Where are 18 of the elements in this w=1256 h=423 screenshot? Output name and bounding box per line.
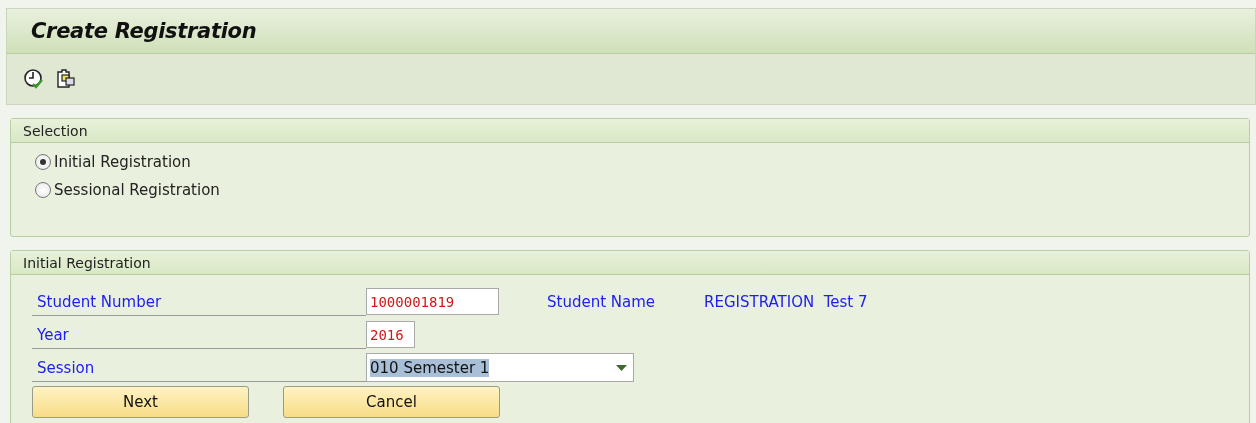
- field-label: Session: [32, 353, 366, 382]
- radio-option[interactable]: Initial Registration: [35, 153, 1249, 171]
- field-label: Student Name: [547, 292, 657, 311]
- year-field[interactable]: 2016: [366, 321, 415, 348]
- window-title: Create Registration: [31, 19, 257, 43]
- field-label: Year: [32, 320, 366, 349]
- group-title: Initial Registration: [23, 254, 151, 271]
- copy-icon[interactable]: [55, 68, 77, 90]
- dropdown-arrow-icon: [616, 364, 627, 371]
- action-button[interactable]: Next: [32, 386, 249, 418]
- session-dropdown[interactable]: 010 Semester 1: [366, 353, 634, 382]
- action-button[interactable]: Cancel: [283, 386, 500, 418]
- field-label: Student Number: [32, 287, 366, 316]
- radio-option[interactable]: Sessional Registration: [35, 181, 1249, 199]
- student-number-field[interactable]: 1000001819: [366, 288, 499, 315]
- group-title: Selection: [23, 122, 88, 139]
- clock-check-icon[interactable]: [23, 68, 45, 90]
- student-name-value: REGISTRATION Test 7: [704, 292, 868, 311]
